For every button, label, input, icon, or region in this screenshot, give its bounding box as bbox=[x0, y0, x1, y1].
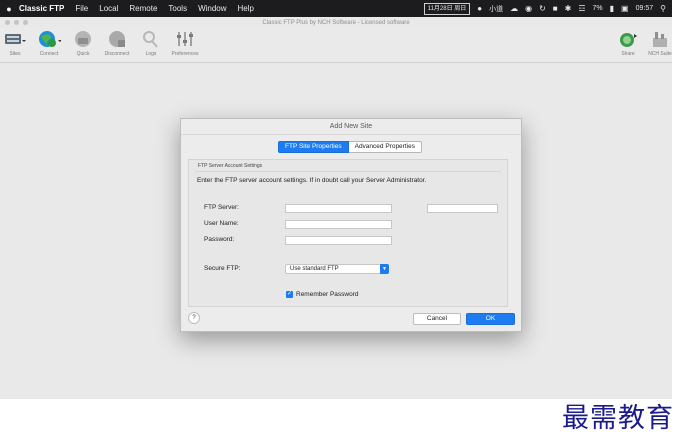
remember-password-row[interactable]: ✓ Remember Password bbox=[286, 291, 359, 298]
user-icon[interactable]: ▣ bbox=[621, 4, 629, 13]
share-icon bbox=[617, 28, 639, 50]
dialog-tabs: FTP Site Properties Advanced Properties bbox=[278, 141, 422, 153]
window-title: Classic FTP Plus by NCH Software - Licen… bbox=[262, 19, 410, 26]
group-divider bbox=[195, 171, 501, 172]
secure-ftp-select[interactable]: Use standard FTP ▼ bbox=[285, 264, 389, 274]
sites-button[interactable]: Sites bbox=[0, 28, 30, 57]
menu-remote[interactable]: Remote bbox=[129, 4, 157, 13]
quick-label: Quick bbox=[76, 51, 90, 57]
logs-button[interactable]: Logs bbox=[136, 28, 166, 57]
preferences-icon bbox=[175, 28, 195, 50]
sync-icon[interactable]: ↻ bbox=[539, 4, 546, 13]
secure-ftp-value: Use standard FTP bbox=[290, 266, 339, 272]
lock-icon[interactable]: ■ bbox=[553, 4, 558, 13]
disconnect-icon bbox=[107, 28, 127, 50]
alert-icon[interactable]: ● bbox=[477, 4, 482, 13]
user-name-label: User Name: bbox=[204, 220, 239, 227]
disconnect-label: Disconnect bbox=[104, 51, 130, 57]
globe-icon bbox=[37, 28, 61, 50]
quick-button[interactable]: Quick bbox=[68, 28, 98, 57]
sites-label: Sites bbox=[9, 51, 21, 57]
remember-password-label[interactable]: Remember Password bbox=[296, 291, 359, 298]
window-titlebar: Classic FTP Plus by NCH Software - Licen… bbox=[0, 17, 672, 28]
ftp-server-input[interactable] bbox=[285, 204, 392, 213]
user-name-input[interactable] bbox=[285, 220, 392, 229]
bluetooth-icon[interactable]: ✱ bbox=[565, 4, 572, 13]
dialog-title: Add New Site bbox=[181, 119, 521, 135]
menu-local[interactable]: Local bbox=[99, 4, 118, 13]
cloud-icon[interactable]: ☁ bbox=[510, 4, 518, 13]
watermark-logo: 最需教育 bbox=[562, 403, 674, 434]
menu-tools[interactable]: Tools bbox=[168, 4, 187, 13]
nch-suite-button[interactable]: NCH Suite bbox=[645, 28, 675, 57]
system-menu-bar: ● Classic FTP File Local Remote Tools Wi… bbox=[0, 0, 672, 17]
tab-advanced-properties[interactable]: Advanced Properties bbox=[348, 141, 422, 153]
status-date[interactable]: 11月28日 周日 bbox=[423, 2, 471, 15]
menu-window[interactable]: Window bbox=[198, 4, 226, 13]
battery-icon[interactable]: ▮ bbox=[610, 4, 614, 13]
eye-icon[interactable]: ◉ bbox=[525, 4, 532, 13]
connect-button[interactable]: Connect bbox=[34, 28, 64, 57]
share-button[interactable]: Share bbox=[613, 28, 643, 57]
input-method-label[interactable]: 小道 bbox=[489, 4, 503, 14]
logs-icon bbox=[142, 28, 160, 50]
wifi-icon[interactable]: ☲ bbox=[578, 4, 585, 13]
connect-label: Connect bbox=[39, 51, 59, 57]
clock[interactable]: 09:57 bbox=[636, 5, 654, 12]
menu-help[interactable]: Help bbox=[238, 4, 254, 13]
nch-suite-icon bbox=[650, 28, 670, 50]
preferences-label: Preferences bbox=[171, 51, 199, 57]
port-input[interactable] bbox=[427, 204, 498, 213]
preferences-button[interactable]: Preferences bbox=[170, 28, 200, 57]
cancel-button[interactable]: Cancel bbox=[413, 313, 461, 325]
ftp-account-settings-group: FTP Server Account Settings Enter the FT… bbox=[188, 159, 508, 307]
secure-ftp-label: Secure FTP: bbox=[204, 265, 241, 272]
instructions-text: Enter the FTP server account settings. I… bbox=[197, 177, 427, 184]
toolbar: Sites Connect Quick Disconnect Logs Pref… bbox=[0, 28, 672, 63]
help-button[interactable]: ? bbox=[188, 312, 200, 324]
password-label: Password: bbox=[204, 236, 235, 243]
apple-menu-icon[interactable]: ● bbox=[2, 4, 16, 14]
group-title: FTP Server Account Settings bbox=[198, 163, 263, 169]
logs-label: Logs bbox=[145, 51, 157, 57]
menu-file[interactable]: File bbox=[75, 4, 88, 13]
disconnect-button[interactable]: Disconnect bbox=[102, 28, 132, 57]
menu-app-name[interactable]: Classic FTP bbox=[19, 4, 64, 13]
server-icon bbox=[4, 28, 26, 50]
quick-connect-icon bbox=[73, 28, 93, 50]
ok-button[interactable]: OK bbox=[466, 313, 515, 325]
share-label: Share bbox=[621, 51, 635, 57]
password-input[interactable] bbox=[285, 236, 392, 245]
nch-suite-label: NCH Suite bbox=[648, 51, 672, 57]
battery-percent[interactable]: 7% bbox=[593, 5, 603, 12]
tab-ftp-site-properties[interactable]: FTP Site Properties bbox=[278, 141, 349, 153]
chevron-down-icon[interactable]: ▼ bbox=[380, 264, 389, 274]
status-area: 11月28日 周日 ● 小道 ☁ ◉ ↻ ■ ✱ ☲ 7% ▮ ▣ 09:57 … bbox=[423, 0, 666, 17]
ftp-server-label: FTP Server: bbox=[204, 204, 239, 211]
spotlight-search-icon[interactable]: ⚲ bbox=[660, 4, 666, 13]
remember-password-checkbox[interactable]: ✓ bbox=[286, 291, 293, 298]
